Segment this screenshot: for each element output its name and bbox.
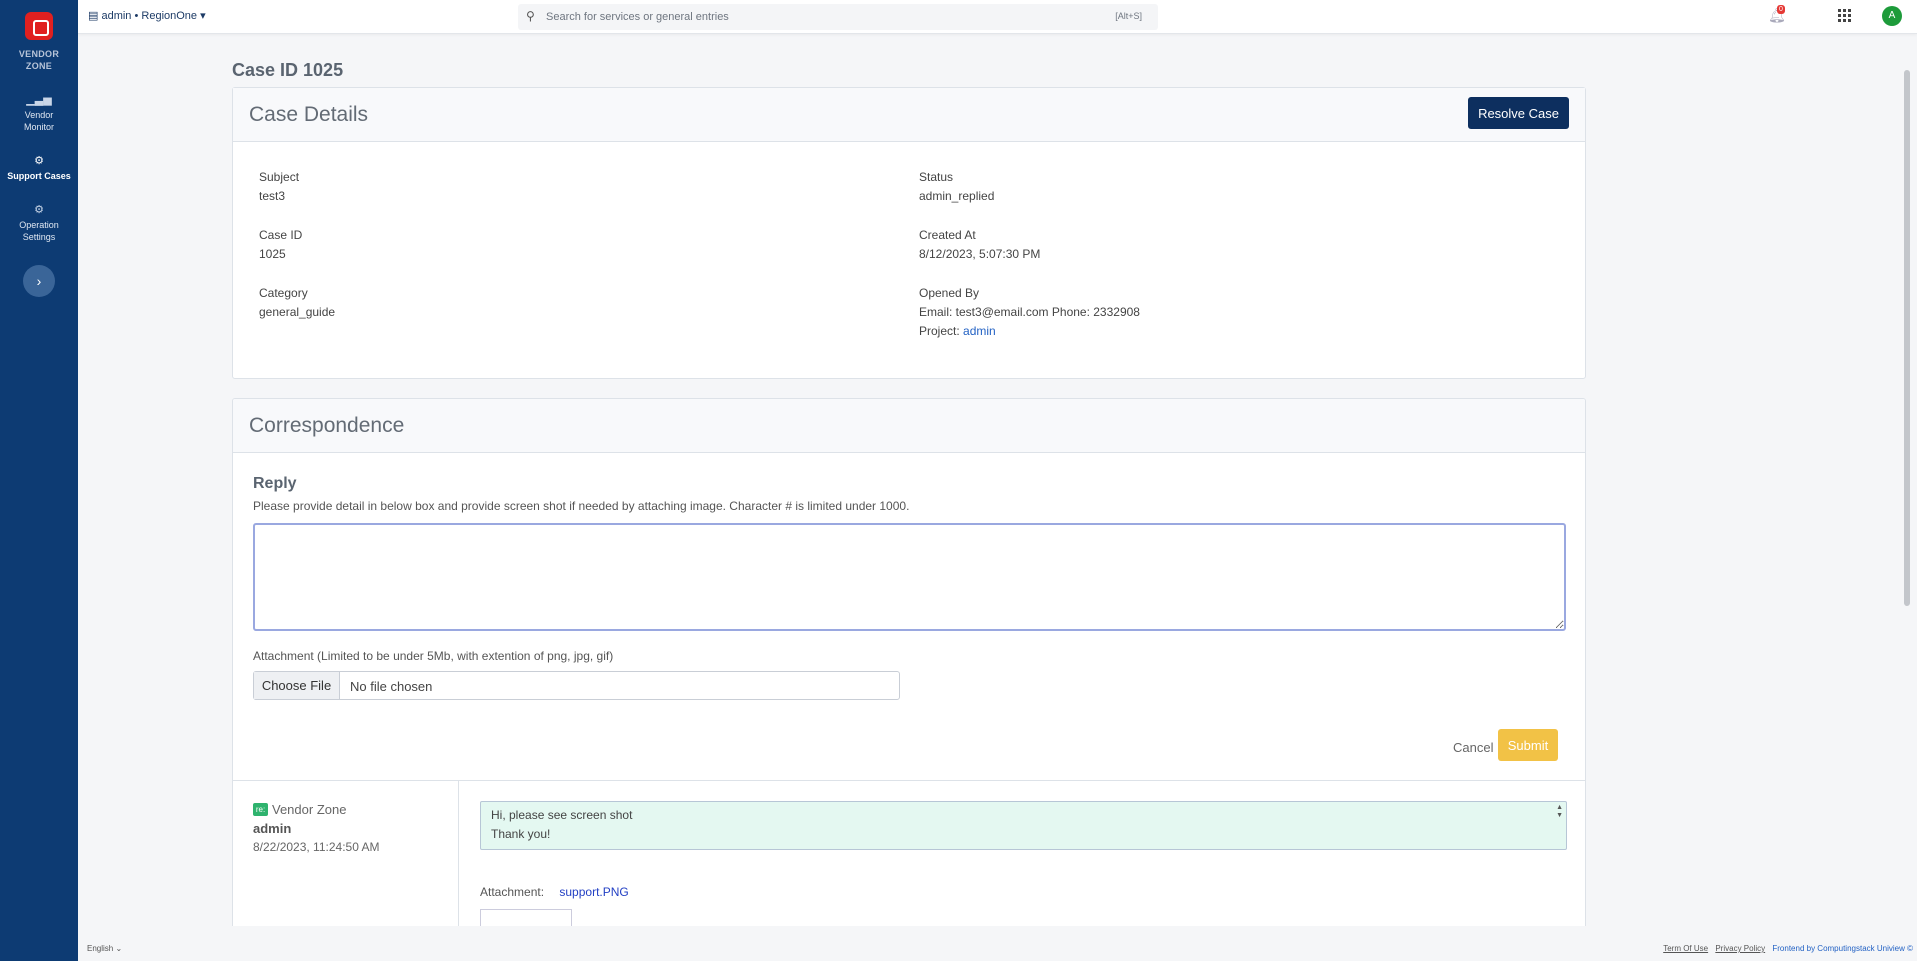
message-body[interactable]: Hi, please see screen shot Thank you! ▲ ▼ [480,801,1567,850]
subject-field: Subject test3 [259,170,300,203]
resolve-case-button[interactable]: Resolve Case [1468,97,1569,129]
project-icon: ▤ [88,10,99,22]
category-field: Category general_guide [259,286,336,319]
attachment-link[interactable]: support.PNG [559,885,628,899]
sidebar-item-operation-settings[interactable]: ⚙ Operation Settings [0,190,78,251]
sidebar-item-vendor-monitor[interactable]: ▁▃▅ Vendor Monitor [0,80,78,141]
correspondence-header: Correspondence [233,399,1585,453]
search-icon: ⚲ [526,9,535,23]
reply-hint: Please provide detail in below box and p… [253,499,910,513]
project-link[interactable]: admin [963,324,996,338]
terms-link[interactable]: Term Of Use [1663,944,1708,953]
message-scroll-arrows-icon[interactable]: ▲ ▼ [1556,804,1563,820]
case-details-card: Case Details Resolve Case Subject test3 … [232,87,1586,379]
sidebar: VENDOR ZONE ▁▃▅ Vendor Monitor ⚙ Support… [0,0,78,961]
search-input[interactable] [546,8,1066,26]
case-details-header: Case Details Resolve Case [233,88,1585,142]
reply-textarea[interactable] [253,523,1566,631]
footer-links: Term Of Use Privacy Policy Frontend by C… [1658,944,1913,953]
chevron-down-icon: ⌄ [115,944,123,953]
main-content: Case ID 1025 Case Details Resolve Case S… [78,34,1900,926]
attachment-file-input: Choose File No file chosen [253,671,900,700]
search-shortcut-hint: [Alt+S] [1115,11,1142,21]
notifications-button[interactable]: 🔔︎ 0 [1768,5,1786,24]
choose-file-button[interactable]: Choose File [254,672,340,699]
chart-icon: ▁▃▅ [26,94,52,106]
sender-name: Vendor Zone [272,802,347,817]
thread-sender-panel: re: Vendor Zone admin 8/22/2023, 11:24:5… [233,781,459,926]
file-status: No file chosen [350,679,433,694]
gears-icon: ⚙ [34,155,44,167]
logo-icon [25,12,53,40]
app-logo[interactable]: VENDOR ZONE [0,0,78,72]
language-selector[interactable]: English ⌄ [87,944,122,953]
status-field: Status admin_replied [919,170,995,203]
opened-by-field: Opened By Email: test3@email.com Phone: … [919,286,1140,338]
attachment-thumbnail[interactable] [480,909,572,926]
footer: English ⌄ Term Of Use Privacy Policy Fro… [78,939,1917,961]
cancel-button[interactable]: Cancel [1453,740,1493,755]
correspondence-title: Correspondence [249,414,405,437]
page-scrollbar[interactable] [1904,70,1910,606]
message-timestamp: 8/22/2023, 11:24:50 AM [253,840,380,854]
case-details-title: Case Details [249,103,369,126]
privacy-link[interactable]: Privacy Policy [1715,944,1765,953]
correspondence-thread-item: re: Vendor Zone admin 8/22/2023, 11:24:5… [233,780,1585,926]
avatar[interactable]: A [1882,6,1902,26]
correspondence-card: Correspondence Reply Please provide deta… [232,398,1586,926]
sender-user: admin [253,821,292,836]
sidebar-item-support-cases[interactable]: ⚙ Support Cases [0,141,78,190]
created-at-field: Created At 8/12/2023, 5:07:30 PM [919,228,1041,261]
reply-title: Reply [253,475,297,492]
reply-badge-icon: re: [253,803,268,816]
page-title: Case ID 1025 [232,60,344,80]
gears-icon: ⚙ [34,204,44,216]
sidebar-expand-button[interactable]: › [23,265,55,297]
brand-credit: Frontend by Computingstack Uniview © [1772,944,1913,953]
chevron-right-icon: › [36,273,42,289]
message-attachment: Attachment: support.PNG [480,885,629,899]
global-search: ⚲ [Alt+S] [518,4,1158,30]
apps-grid-icon[interactable] [1838,9,1852,23]
case-details-body: Subject test3 Case ID 1025 Category gene… [233,142,1585,378]
project-region-selector[interactable]: ▤ admin • RegionOne ▾ [88,9,206,22]
submit-button[interactable]: Submit [1498,729,1558,761]
logo-text: VENDOR ZONE [18,49,60,71]
notification-badge: 0 [1777,5,1785,14]
top-bar: ▤ admin • RegionOne ▾ ⚲ [Alt+S] 🔔︎ 0 A [78,0,1917,34]
attachment-hint: Attachment (Limited to be under 5Mb, wit… [253,649,614,663]
case-id-field: Case ID 1025 [259,228,303,261]
